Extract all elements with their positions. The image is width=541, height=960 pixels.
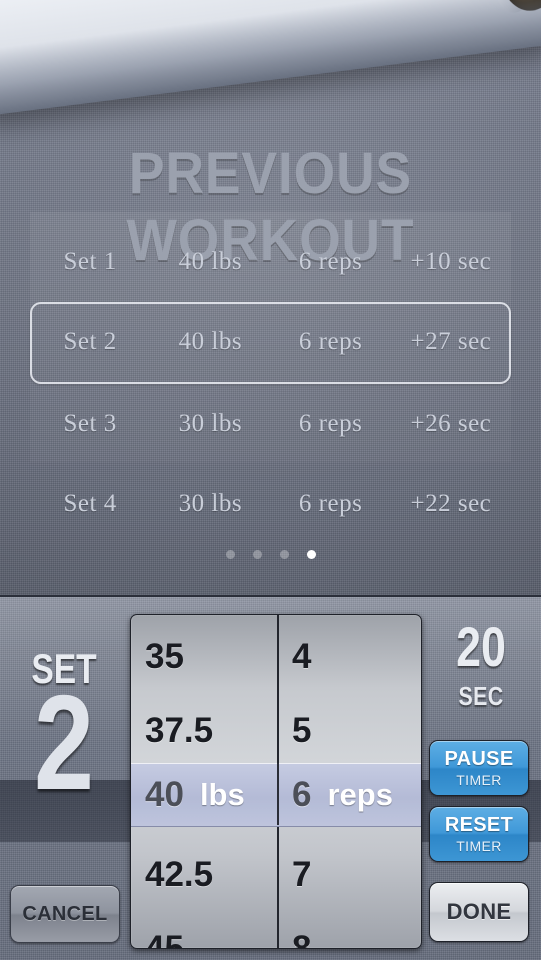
- row-set-label: Set 2: [63, 328, 117, 355]
- reps-picker-wheel[interactable]: 4 5 7 8: [278, 615, 421, 949]
- row-set-label: Set 3: [63, 410, 117, 437]
- page-indicator[interactable]: [0, 547, 541, 561]
- row-rest: +10 sec: [410, 248, 492, 275]
- row-reps: 6 reps: [298, 410, 363, 437]
- page-dot-3[interactable]: [279, 549, 289, 559]
- workout-set-editor-screen: Set 4 40 lbs 6 reps Set 3 30 lbs 6 reps …: [0, 0, 541, 960]
- weight-option[interactable]: 42.5: [131, 837, 277, 912]
- row-set-label: Set 1: [63, 248, 117, 275]
- timer-unit-label: SEC: [458, 681, 504, 711]
- reps-option[interactable]: 8: [278, 911, 421, 949]
- set-editor-panel: SET 2 CANCEL 35 37.5 42.5 45 4 5 7 8 40 …: [0, 595, 541, 960]
- done-button-label: DONE: [446, 899, 512, 924]
- weight-option[interactable]: 35: [131, 619, 277, 694]
- weight-option[interactable]: 37.5: [131, 693, 277, 768]
- page-dot-1[interactable]: [225, 549, 235, 559]
- paper-roll-graphic: Set 4 40 lbs 6 reps Set 3 30 lbs 6 reps …: [0, 0, 541, 118]
- weight-picker-wheel[interactable]: 35 37.5 42.5 45: [131, 615, 277, 949]
- row-weight: 30 lbs: [178, 410, 243, 437]
- cancel-button-label: CANCEL: [22, 902, 108, 925]
- row-reps: 6 reps: [298, 328, 363, 355]
- value-picker[interactable]: 35 37.5 42.5 45 4 5 7 8 40 lbs 6 reps: [130, 614, 422, 949]
- picker-selection-divider: [277, 763, 279, 825]
- reps-option[interactable]: 4: [278, 619, 421, 694]
- table-row[interactable]: Set 2 40 lbs 6 reps +27 sec: [30, 319, 511, 365]
- pause-button-label: PAUSE: [444, 748, 514, 770]
- reps-option[interactable]: 5: [278, 693, 421, 768]
- table-row[interactable]: Set 3 30 lbs 6 reps +26 sec: [30, 401, 511, 447]
- row-rest: +22 sec: [410, 490, 492, 517]
- pause-button-sublabel: TIMER: [456, 772, 502, 788]
- page-dot-2[interactable]: [252, 549, 262, 559]
- pause-timer-button[interactable]: PAUSE TIMER: [429, 740, 529, 796]
- row-rest: +27 sec: [410, 328, 492, 355]
- cancel-button[interactable]: CANCEL: [10, 885, 120, 943]
- table-row[interactable]: Set 1 40 lbs 6 reps +10 sec: [30, 239, 511, 285]
- weight-option[interactable]: 45: [131, 911, 277, 949]
- row-rest: +26 sec: [410, 410, 492, 437]
- row-weight: 40 lbs: [178, 248, 243, 275]
- row-weight: 30 lbs: [178, 490, 243, 517]
- previous-workout-panel: Set 4 40 lbs 6 reps Set 3 30 lbs 6 reps …: [0, 0, 541, 595]
- timer-column: 20 SEC PAUSE TIMER RESET TIMER DONE: [421, 597, 541, 960]
- row-weight: 40 lbs: [178, 328, 243, 355]
- reset-button-sublabel: TIMER: [456, 838, 502, 854]
- timer-value: 20: [456, 615, 506, 678]
- done-button[interactable]: DONE: [429, 882, 529, 942]
- row-reps: 6 reps: [298, 490, 363, 517]
- set-indicator-column: SET 2 CANCEL: [0, 597, 128, 960]
- reset-timer-button[interactable]: RESET TIMER: [429, 806, 529, 862]
- set-number-value: 2: [33, 667, 95, 818]
- page-dot-4-active[interactable]: [306, 549, 316, 559]
- row-reps: 6 reps: [298, 248, 363, 275]
- reps-option[interactable]: 7: [278, 837, 421, 912]
- row-set-label: Set 4: [63, 490, 117, 517]
- table-row[interactable]: Set 4 30 lbs 6 reps +22 sec: [30, 481, 511, 527]
- reset-button-label: RESET: [444, 814, 514, 836]
